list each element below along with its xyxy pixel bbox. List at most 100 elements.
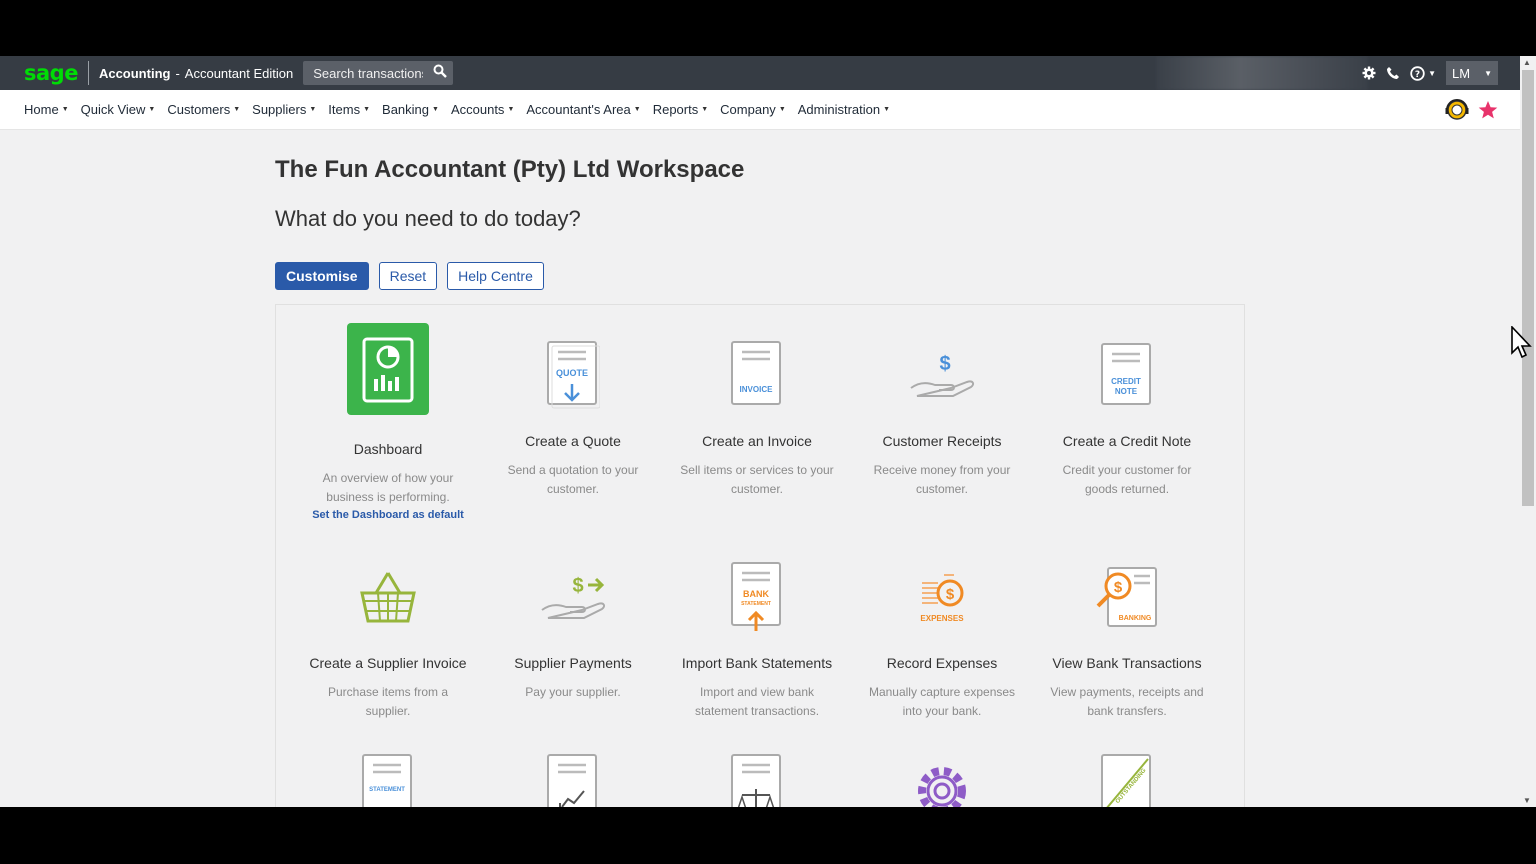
tile-statement[interactable]: STATEMENT [296, 753, 480, 807]
tile-icon-wrap: $ [481, 557, 665, 641]
caret-down-icon: ▼ [883, 106, 891, 113]
reset-button[interactable]: Reset [378, 262, 438, 290]
tile-supplier-payments[interactable]: $ Supplier Payments Pay your supplier. [481, 557, 665, 702]
star-icon[interactable] [1478, 100, 1498, 125]
svg-text:$: $ [946, 586, 955, 603]
tile-icon-wrap: $ EXPENSES [850, 557, 1034, 641]
svg-text:$: $ [572, 575, 583, 597]
nav-item-items[interactable]: Items ▼ [328, 102, 370, 117]
tile-icon-wrap: $ BANKING [1035, 557, 1219, 641]
nav-item-accountants-area[interactable]: Accountant's Area ▼ [526, 102, 640, 117]
product-edition: Accountant Edition [184, 65, 294, 81]
nav-item-company[interactable]: Company ▼ [720, 102, 786, 117]
tile-icon-wrap: BANK STATEMENT [665, 557, 849, 641]
tile-description: Receive money from your customer. [873, 463, 1011, 496]
main-nav: Home ▼ Quick View ▼ Customers ▼ Suppliers ▼ … [0, 90, 1520, 130]
tile-create-credit-note[interactable]: CREDIT NOTE Create a Credit Note Credit y… [1035, 335, 1219, 499]
nav-label: Company [720, 102, 776, 117]
svg-text:BANK: BANK [743, 589, 769, 599]
tile-record-expenses[interactable]: $ EXPENSES Record Expenses Manually captu… [850, 557, 1034, 721]
dashboard-icon [347, 322, 429, 420]
tile-icon-wrap: $ [850, 335, 1034, 419]
tile-description: Send a quotation to your customer. [507, 463, 639, 496]
tile-title: Create a Supplier Invoice [309, 655, 467, 671]
tile-title: Import Bank Statements [681, 655, 833, 671]
user-menu[interactable]: LM ▼ [1446, 61, 1498, 85]
settings-gear-icon [912, 753, 972, 807]
caret-down-icon: ▼ [233, 106, 241, 113]
nav-label: Banking [382, 102, 430, 117]
tile-customer-receipts[interactable]: $ Customer Receipts Receive money from y… [850, 335, 1034, 499]
tile-icon-wrap: CREDIT NOTE [1035, 335, 1219, 419]
tile-title: Customer Receipts [882, 433, 1002, 449]
scroll-up-icon[interactable]: ▲ [1523, 58, 1531, 67]
nav-item-home[interactable]: Home ▼ [24, 102, 69, 117]
tile-balance[interactable] [665, 753, 849, 807]
tile-view-bank-transactions[interactable]: $ BANKING View Bank Transactions View pay… [1035, 557, 1219, 721]
nav-item-suppliers[interactable]: Suppliers ▼ [252, 102, 316, 117]
statement-icon: STATEMENT [361, 753, 415, 807]
tile-icon-wrap [296, 322, 480, 420]
page-subtitle: What do you need to do today? [275, 206, 581, 231]
search-input[interactable] [313, 65, 424, 81]
set-dashboard-default-link[interactable]: Set the Dashboard as default [296, 509, 480, 521]
tile-dashboard[interactable]: Dashboard An overview of how your busine… [296, 322, 480, 521]
svg-text:NOTE: NOTE [1115, 387, 1138, 396]
tile-outstanding[interactable]: OUTSTANDING [1035, 753, 1219, 807]
outstanding-icon: OUTSTANDING [1100, 753, 1154, 807]
tile-icon-wrap [850, 755, 1034, 807]
receipt-hand-icon: $ [907, 350, 977, 405]
tile-icon-wrap: QUOTE [481, 335, 665, 419]
svg-text:$: $ [939, 353, 950, 375]
svg-text:?: ? [1415, 70, 1420, 80]
vertical-scrollbar[interactable]: ▲ ▼ [1520, 56, 1536, 807]
chevron-down-icon: ▼ [1484, 68, 1492, 78]
caret-down-icon: ▼ [363, 106, 371, 113]
caret-down-icon: ▼ [701, 106, 709, 113]
nav-item-customers[interactable]: Customers ▼ [167, 102, 240, 117]
nav-item-reports[interactable]: Reports ▼ [653, 102, 708, 117]
tile-create-quote[interactable]: QUOTE Create a Quote Send a quotation to… [481, 335, 665, 499]
basket-icon [358, 569, 418, 630]
gear-icon[interactable] [1362, 66, 1376, 80]
task-tiles-panel: Dashboard An overview of how your busine… [275, 304, 1245, 807]
nav-label: Accounts [450, 102, 505, 117]
search-box[interactable] [303, 61, 454, 85]
tile-settings[interactable] [850, 755, 1034, 807]
scroll-down-icon[interactable]: ▼ [1523, 796, 1531, 805]
product-dash: - [175, 65, 180, 81]
payment-hand-icon: $ [538, 572, 608, 627]
tile-reports[interactable] [481, 753, 665, 807]
tile-description: Sell items or services to your customer. [680, 463, 834, 496]
nav-item-banking[interactable]: Banking ▼ [382, 102, 439, 117]
search-icon[interactable] [433, 64, 448, 83]
customise-button[interactable]: Customise [275, 262, 369, 290]
help-centre-button[interactable]: Help Centre [447, 262, 544, 290]
tile-icon-wrap: INVOICE [665, 335, 849, 419]
nav-label: Items [328, 102, 361, 117]
nav-item-quick-view[interactable]: Quick View ▼ [81, 102, 156, 117]
tile-icon-wrap [481, 753, 665, 807]
expenses-icon: $ EXPENSES [914, 569, 970, 630]
nav-item-administration[interactable]: Administration ▼ [798, 102, 890, 117]
quote-icon: QUOTE [546, 340, 601, 415]
caret-down-icon: ▼ [309, 106, 317, 113]
nav-item-accounts[interactable]: Accounts ▼ [451, 102, 514, 117]
help-icon[interactable]: ? ▼ [1410, 65, 1436, 81]
caret-down-icon: ▼ [633, 106, 641, 113]
tile-description: View payments, receipts and bank transfe… [1050, 685, 1204, 718]
tile-import-bank-statements[interactable]: BANK STATEMENT Import Bank Statements Imp… [665, 557, 849, 721]
tile-create-invoice[interactable]: INVOICE Create an Invoice Sell items or … [665, 335, 849, 499]
tile-title: Create a Credit Note [1062, 433, 1192, 449]
nav-label: Customers [167, 102, 231, 117]
tile-description: Import and view bank statement transacti… [694, 685, 820, 718]
tile-create-supplier-invoice[interactable]: Create a Supplier Invoice Purchase items… [296, 557, 480, 721]
tile-icon-wrap: OUTSTANDING [1035, 753, 1219, 807]
nav-label: Accountant's Area [526, 102, 631, 117]
scrollbar-thumb[interactable] [1522, 70, 1534, 506]
tile-description: Purchase items from a supplier. [327, 685, 449, 718]
logo-divider [87, 61, 89, 85]
sage-logo[interactable]: sage [24, 61, 78, 85]
support-agent-icon[interactable] [1444, 98, 1470, 127]
phone-icon[interactable] [1386, 66, 1400, 80]
